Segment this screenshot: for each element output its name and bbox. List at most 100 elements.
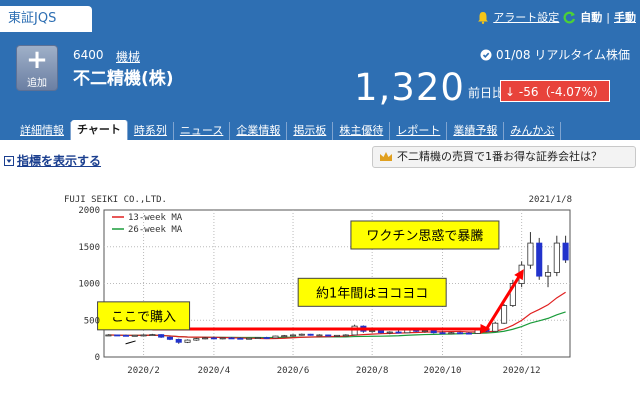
expand-icon bbox=[4, 155, 14, 166]
stock-code: 6400 bbox=[73, 48, 104, 62]
legend-label: 26-week MA bbox=[128, 225, 183, 235]
candlestick-chart-svg: ここで購入 約1年間はヨコヨコ ワクチン思惑で暴騰 0 500 1000 1500 2000… bbox=[64, 195, 572, 376]
candle-body bbox=[131, 334, 138, 337]
crown-icon bbox=[380, 152, 392, 161]
candle-body bbox=[263, 337, 270, 339]
tab-1[interactable]: チャート bbox=[71, 120, 128, 140]
candle-body bbox=[184, 339, 191, 343]
tab-3[interactable]: ニュース bbox=[174, 122, 231, 140]
plus-icon: + bbox=[26, 45, 48, 75]
candle-body bbox=[333, 334, 341, 337]
tab-8[interactable]: 業績予報 bbox=[447, 122, 505, 140]
prev-day-label: 前日比 bbox=[468, 86, 505, 100]
candle-body bbox=[430, 330, 437, 334]
annotation-flat-text: 約1年間はヨコヨコ bbox=[316, 286, 428, 301]
add-to-portfolio-button[interactable]: + 追加 bbox=[16, 45, 58, 91]
candle-body bbox=[562, 242, 569, 261]
tab-2[interactable]: 時系列 bbox=[128, 122, 174, 140]
candle-body bbox=[421, 330, 428, 332]
show-indicators-link[interactable]: 指標を表示する bbox=[4, 152, 101, 169]
candle-body bbox=[272, 335, 279, 339]
x-tick-label: 2020/4 bbox=[198, 366, 231, 376]
add-button-label: 追加 bbox=[27, 78, 47, 89]
alert-settings-link[interactable]: アラート設定 bbox=[493, 9, 559, 25]
candle-body bbox=[289, 334, 297, 337]
y-tick-label: 1000 bbox=[78, 280, 100, 290]
candle-body bbox=[175, 338, 182, 343]
show-indicators-label: 指標を表示する bbox=[17, 154, 102, 168]
candle-body bbox=[369, 330, 376, 332]
candle-body bbox=[377, 330, 384, 334]
x-tick-label: 2020/6 bbox=[277, 366, 310, 376]
candle-body bbox=[149, 334, 156, 336]
price-chart: ここで購入 約1年間はヨコヨコ ワクチン思惑で暴騰 0 500 1000 1500 2000… bbox=[58, 182, 640, 402]
candle-body bbox=[439, 332, 446, 335]
tab-4[interactable]: 企業情報 bbox=[230, 122, 288, 140]
candle-body bbox=[492, 322, 499, 332]
tab-underline bbox=[0, 140, 640, 143]
candle-body bbox=[166, 336, 173, 340]
candle-body bbox=[553, 242, 560, 273]
tab-0[interactable]: 詳細情報 bbox=[14, 122, 71, 140]
candle-body bbox=[544, 272, 552, 277]
price-change-badge: ↓ -56（-4.07%） bbox=[500, 80, 610, 102]
stock-tabs: 詳細情報 チャート 時系列 ニュース 企業情報 掲示板 株主優待 レポート 業績予報 みんかぶ bbox=[14, 120, 562, 140]
candle-body bbox=[395, 331, 402, 334]
exchange-tab[interactable]: 東証JQS bbox=[0, 6, 92, 32]
annotation-buy-text: ここで購入 bbox=[111, 310, 176, 325]
x-tick-label: 2020/10 bbox=[424, 366, 462, 376]
candle-body bbox=[254, 337, 261, 339]
candle-body bbox=[316, 334, 323, 337]
candle-body bbox=[448, 332, 455, 335]
candle-body bbox=[193, 338, 200, 341]
candle-body bbox=[228, 337, 235, 340]
promo-text: 不二精機の売買で1番お得な証券会社は？ bbox=[397, 150, 602, 163]
legend-label: 13-week MA bbox=[128, 213, 183, 223]
realtime-date: 01/08 リアルタイム株価 bbox=[495, 48, 630, 62]
candle-body bbox=[237, 337, 244, 340]
tab-7[interactable]: レポート bbox=[390, 122, 448, 140]
candle-body bbox=[246, 337, 253, 340]
y-tick-label: 1500 bbox=[78, 243, 100, 253]
x-tick-label: 2020/2 bbox=[127, 366, 160, 376]
tab-6[interactable]: 株主優待 bbox=[333, 122, 391, 140]
candle-body bbox=[457, 332, 464, 335]
candle-body bbox=[202, 337, 209, 340]
candle-body bbox=[105, 334, 112, 337]
candle-body bbox=[536, 242, 543, 277]
clock-icon bbox=[480, 49, 492, 60]
x-tick-label: 2020/12 bbox=[503, 366, 541, 376]
y-tick-label: 2000 bbox=[78, 206, 100, 216]
auto-refresh-button[interactable]: 自動 bbox=[580, 9, 602, 25]
candle-body bbox=[122, 334, 130, 337]
realtime-label: 01/08 リアルタイム株価 bbox=[480, 46, 630, 63]
tab-9[interactable]: みんかぶ bbox=[504, 122, 562, 140]
candle-body bbox=[219, 337, 226, 340]
candle-body bbox=[114, 334, 121, 337]
annotation-surge-text: ワクチン思惑で暴騰 bbox=[366, 228, 483, 244]
candle-body bbox=[325, 334, 332, 337]
candle-body bbox=[281, 335, 288, 338]
candle-body bbox=[501, 305, 508, 324]
current-price: 1,320 bbox=[354, 66, 465, 109]
candle-body bbox=[342, 334, 349, 337]
candle-body bbox=[210, 337, 217, 340]
broker-promo-banner[interactable]: 不二精機の売買で1番お得な証券会社は？ bbox=[372, 146, 636, 168]
refresh-icon bbox=[563, 11, 576, 23]
sector-link[interactable]: 機械 bbox=[116, 48, 140, 65]
link-separator: | bbox=[606, 10, 610, 24]
tab-5[interactable]: 掲示板 bbox=[287, 122, 334, 140]
chart-title: FUJI SEIKI CO.,LTD. bbox=[64, 195, 167, 205]
candle-body bbox=[386, 331, 393, 334]
candle-body bbox=[298, 333, 305, 336]
candle-body bbox=[465, 332, 472, 335]
manual-refresh-button[interactable]: 手動 bbox=[614, 9, 636, 25]
top-links: アラート設定 自動 | 手動 bbox=[477, 8, 636, 26]
chart-date: 2021/1/8 bbox=[529, 195, 572, 205]
candle-body bbox=[158, 334, 165, 338]
y-tick-label: 0 bbox=[95, 353, 100, 363]
bell-icon bbox=[478, 11, 489, 24]
x-tick-label: 2020/8 bbox=[356, 366, 389, 376]
candle-body bbox=[307, 333, 314, 336]
company-name: 不二精機(株) bbox=[73, 69, 174, 89]
